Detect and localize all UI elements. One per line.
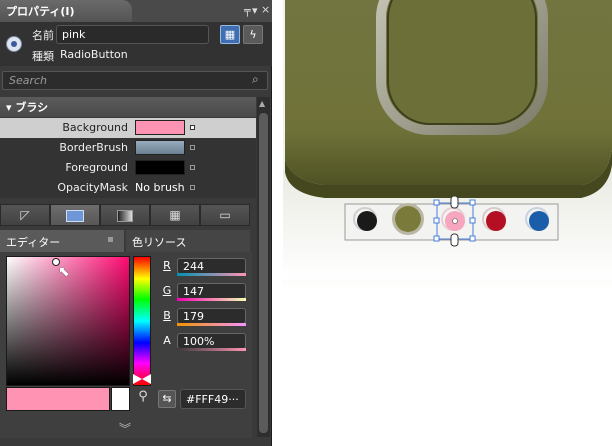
hex-input[interactable]: #FFF49··· (180, 389, 246, 409)
property-label: BorderBrush (59, 141, 128, 154)
background-swatch[interactable] (135, 120, 185, 135)
channel-a-label: A (163, 334, 171, 347)
swatch-olive (395, 206, 421, 232)
current-color-swatch (6, 387, 110, 411)
eyedropper-icon[interactable]: ⚲ (134, 389, 152, 409)
solid-brush-icon[interactable] (50, 204, 100, 226)
name-label: 名前 (32, 29, 54, 42)
color-mode-swap-icon[interactable]: ⇆ (158, 390, 176, 408)
vertical-scrollbar[interactable]: ▲ (257, 97, 270, 437)
foreground-swatch[interactable] (135, 160, 185, 175)
properties-view-icon[interactable]: ▦ (220, 25, 240, 44)
previous-color-swatch[interactable] (111, 387, 130, 411)
tile-brush-icon[interactable]: ▦ (150, 204, 200, 226)
radio-swatches (357, 195, 549, 247)
property-row-foreground[interactable]: Foreground (0, 158, 256, 178)
properties-tab[interactable]: プロパティ(I) (0, 0, 132, 22)
channel-r-input[interactable]: 244 (177, 258, 246, 274)
search-input[interactable]: Search (2, 71, 268, 90)
expand-chevron-icon[interactable]: ︾ (110, 420, 140, 436)
hue-slider[interactable] (133, 256, 151, 386)
color-editor-tabs: エディター 色リソース (0, 230, 252, 252)
brush-type-toolbar: ◸ ▦ ▭ (0, 204, 252, 226)
advanced-options-icon[interactable] (190, 165, 195, 170)
radio-button-icon (6, 36, 22, 52)
tab-color-resources[interactable]: 色リソース (126, 230, 250, 252)
tab-editor[interactable]: エディター (0, 230, 124, 252)
advanced-options-icon[interactable] (190, 125, 195, 130)
selection-handle-tr (469, 199, 476, 206)
collapse-icon: ▾ (6, 101, 16, 114)
scrollbar-thumb[interactable] (259, 113, 268, 433)
no-brush-icon[interactable]: ◸ (0, 204, 50, 226)
events-icon[interactable]: ϟ (243, 25, 263, 44)
type-value: RadioButton (60, 48, 128, 61)
channel-r-label: R (163, 259, 171, 272)
selection-handle-top (450, 195, 459, 209)
property-label: Foreground (65, 161, 128, 174)
channel-a-gradient[interactable] (177, 348, 246, 351)
swatch-blue (529, 211, 549, 231)
selection-handle-right (469, 217, 476, 224)
property-row-opacitymask[interactable]: OpacityMask No brush (0, 178, 256, 198)
dropdown-icon[interactable]: ▾ (252, 4, 258, 17)
scroll-up-icon[interactable]: ▲ (259, 99, 265, 108)
advanced-options-icon[interactable] (190, 145, 195, 150)
property-row-background[interactable]: Background (0, 118, 256, 138)
selection-handle-bottom (450, 233, 459, 247)
search-icon[interactable]: ⌕ (252, 72, 259, 87)
selection-handle-tl (433, 199, 440, 206)
borderbrush-swatch[interactable] (135, 140, 185, 155)
selection-handle-bl (433, 235, 440, 242)
pin-icon[interactable]: ╤ (244, 4, 251, 17)
hue-slider-handle[interactable] (131, 374, 153, 384)
gradient-brush-icon[interactable] (100, 204, 150, 226)
swatch-pink-center (452, 218, 458, 224)
channel-b-input[interactable]: 179 (177, 308, 246, 324)
type-label: 種類 (32, 50, 54, 63)
panel-header: プロパティ(I) ╤ ▾ × (0, 0, 272, 22)
swatch-red (486, 211, 506, 231)
channel-a-input[interactable]: 100% (177, 333, 246, 349)
brush-category-header[interactable]: ▾ ブラシ (0, 97, 256, 117)
channel-b-gradient[interactable] (177, 323, 246, 326)
design-canvas[interactable] (283, 0, 612, 446)
channel-r-gradient[interactable] (177, 273, 246, 276)
property-label: Background (62, 121, 128, 134)
opacitymask-value[interactable]: No brush (135, 181, 185, 194)
swatch-black (357, 211, 377, 231)
channel-g-input[interactable]: 147 (177, 283, 246, 299)
category-title: ブラシ (15, 101, 49, 114)
close-icon[interactable]: × (261, 3, 270, 16)
property-row-borderbrush[interactable]: BorderBrush (0, 138, 256, 158)
mouse-cursor-icon: ⬉ (58, 264, 70, 280)
selection-handle-left (433, 217, 440, 224)
tab-editor-label: エディター (6, 236, 61, 249)
channel-b-label: B (163, 309, 171, 322)
channel-g-gradient[interactable] (177, 298, 246, 301)
property-label: OpacityMask (57, 181, 128, 194)
advanced-options-icon[interactable] (190, 185, 195, 190)
name-field[interactable]: pink (56, 25, 209, 44)
tab-options-icon[interactable] (108, 237, 113, 242)
resource-brush-icon[interactable]: ▭ (200, 204, 250, 226)
channel-g-label: G (162, 284, 172, 297)
selection-handle-br (469, 235, 476, 242)
